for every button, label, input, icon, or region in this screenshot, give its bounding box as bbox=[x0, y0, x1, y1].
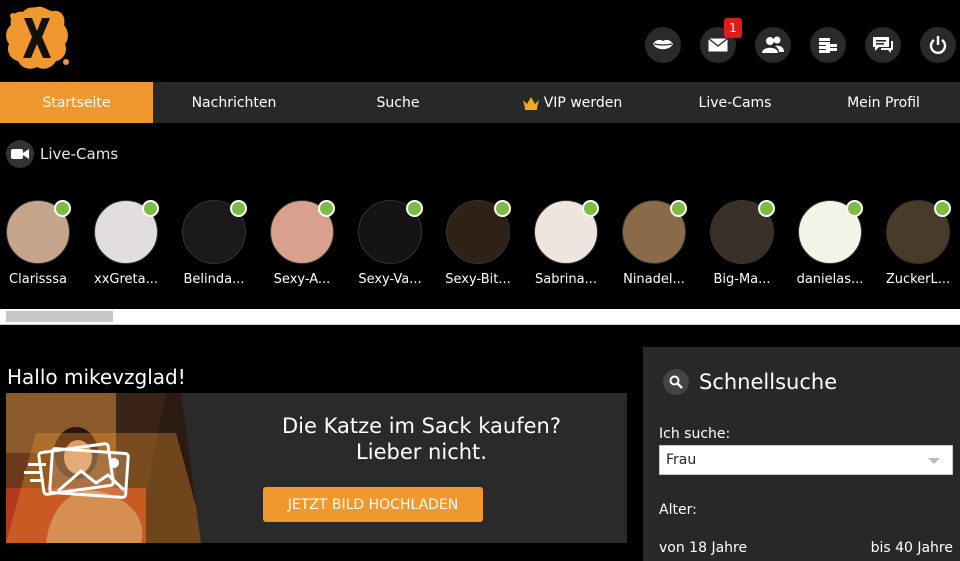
lips-icon bbox=[653, 39, 673, 50]
live-cam-user[interactable]: Belinda... bbox=[182, 200, 247, 287]
live-cam-username[interactable]: Sexy-A... bbox=[266, 272, 338, 287]
online-status-icon bbox=[318, 200, 335, 217]
live-cam-user[interactable]: Sexy-Bit... bbox=[445, 200, 511, 287]
seek-label: Ich suche: bbox=[659, 426, 731, 442]
live-cam-username[interactable]: danielas... bbox=[794, 272, 866, 287]
online-status-icon bbox=[54, 200, 71, 217]
quick-search-header: Schnellsuche bbox=[663, 369, 837, 395]
age-from[interactable]: von 18 Jahre bbox=[659, 540, 747, 556]
online-status-icon bbox=[406, 200, 423, 217]
online-status-icon bbox=[670, 200, 687, 217]
live-cam-username[interactable]: Sabrina... bbox=[530, 272, 602, 287]
nav-startseite[interactable]: Startseite bbox=[0, 82, 153, 123]
horizontal-scrollbar[interactable] bbox=[0, 309, 960, 325]
banner-text: Die Katze im Sack kaufen? Lieber nicht. bbox=[216, 413, 627, 465]
live-cam-user[interactable]: xxGreta... bbox=[94, 200, 159, 287]
seek-select[interactable]: Frau bbox=[659, 445, 953, 475]
online-status-icon bbox=[934, 200, 951, 217]
upload-photo-banner: Die Katze im Sack kaufen? Lieber nicht. … bbox=[6, 393, 627, 543]
logout-button[interactable] bbox=[920, 27, 956, 63]
nav-label: Startseite bbox=[42, 94, 111, 111]
nav-live-cams[interactable]: Live-Cams bbox=[663, 82, 807, 123]
coins-icon bbox=[819, 38, 837, 53]
chat-icon bbox=[873, 37, 893, 53]
live-cam-username[interactable]: Clarisssa bbox=[2, 272, 74, 287]
online-status-icon bbox=[846, 200, 863, 217]
messages-button[interactable]: 1 bbox=[700, 18, 742, 63]
quick-search-title: Schnellsuche bbox=[699, 370, 838, 394]
upload-photo-button[interactable]: JETZT BILD HOCHLADEN bbox=[263, 487, 483, 522]
quick-search-panel: Schnellsuche Ich suche: Frau Alter: von … bbox=[643, 347, 960, 561]
top-bar: 1 bbox=[0, 0, 960, 82]
live-cam-user[interactable]: Sexy-Va... bbox=[358, 200, 423, 287]
lips-button[interactable] bbox=[645, 27, 681, 63]
nav-label: VIP werden bbox=[543, 94, 623, 111]
crown-icon bbox=[522, 96, 539, 110]
age-label: Alter: bbox=[659, 502, 697, 518]
live-cam-username[interactable]: Ninadel... bbox=[618, 272, 690, 287]
live-cam-username[interactable]: xxGreta... bbox=[90, 272, 162, 287]
main-nav: Startseite Nachrichten Suche VIP werden … bbox=[0, 82, 960, 123]
scrollbar-thumb[interactable] bbox=[6, 311, 113, 322]
search-icon bbox=[669, 375, 683, 389]
nav-vip[interactable]: VIP werden bbox=[481, 82, 663, 123]
online-status-icon bbox=[142, 200, 159, 217]
live-cam-user[interactable]: Big-Ma... bbox=[710, 200, 775, 287]
live-cam-username[interactable]: Sexy-Va... bbox=[354, 272, 426, 287]
online-status-icon bbox=[758, 200, 775, 217]
live-cams-strip: Clarisssa xxGreta... Belinda... Sexy-A... Se… bbox=[6, 200, 951, 287]
nav-label: Suche bbox=[376, 94, 420, 111]
banner-photo bbox=[6, 393, 216, 543]
search-icon-wrap bbox=[663, 369, 689, 395]
nav-label: Live-Cams bbox=[698, 94, 772, 111]
online-status-icon bbox=[494, 200, 511, 217]
live-cam-username[interactable]: Big-Ma... bbox=[706, 272, 778, 287]
live-cam-user[interactable]: Clarisssa bbox=[6, 200, 71, 287]
video-camera-icon bbox=[11, 149, 29, 159]
live-cam-user[interactable]: danielas... bbox=[797, 200, 863, 287]
live-cam-username[interactable]: ZuckerL... bbox=[882, 272, 954, 287]
live-cams-title: Live-Cams bbox=[40, 145, 119, 163]
live-cam-user[interactable]: Sabrina... bbox=[534, 200, 599, 287]
live-cam-user[interactable]: Sexy-A... bbox=[270, 200, 335, 287]
nav-label: Mein Profil bbox=[847, 94, 920, 111]
greeting: Hallo mikevzglad! bbox=[7, 365, 186, 389]
live-cam-user[interactable]: Ninadel... bbox=[622, 200, 687, 287]
banner-line-2: Lieber nicht. bbox=[356, 440, 487, 464]
online-status-icon bbox=[230, 200, 247, 217]
message-count-badge: 1 bbox=[724, 18, 742, 38]
chat-button[interactable] bbox=[865, 27, 901, 63]
live-cam-username[interactable]: Sexy-Bit... bbox=[442, 272, 514, 287]
mail-icon bbox=[708, 38, 728, 52]
nav-nachrichten[interactable]: Nachrichten bbox=[153, 82, 315, 123]
seek-select-value: Frau bbox=[666, 452, 697, 468]
users-icon bbox=[762, 36, 784, 53]
camera-icon-wrap bbox=[6, 140, 34, 168]
chevron-down-icon bbox=[928, 458, 940, 464]
live-cam-username[interactable]: Belinda... bbox=[178, 272, 250, 287]
age-to[interactable]: bis 40 Jahre bbox=[871, 540, 953, 556]
live-cams-header: Live-Cams bbox=[6, 140, 118, 168]
nav-suche[interactable]: Suche bbox=[315, 82, 481, 123]
x-splat-logo[interactable] bbox=[4, 4, 70, 72]
nav-mein-profil[interactable]: Mein Profil bbox=[807, 82, 960, 123]
live-cam-user[interactable]: ZuckerL... bbox=[886, 200, 951, 287]
online-status-icon bbox=[582, 200, 599, 217]
nav-label: Nachrichten bbox=[191, 94, 277, 111]
banner-line-1: Die Katze im Sack kaufen? bbox=[281, 414, 561, 438]
power-icon bbox=[929, 36, 947, 54]
coins-button[interactable] bbox=[810, 27, 846, 63]
friends-button[interactable] bbox=[755, 27, 791, 63]
